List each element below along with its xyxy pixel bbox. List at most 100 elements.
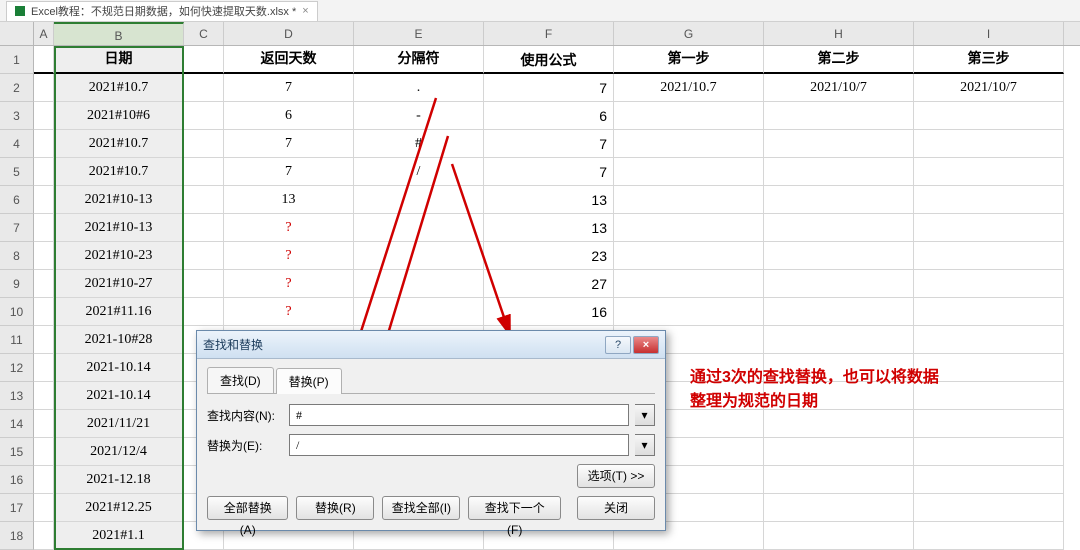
cell[interactable] xyxy=(184,298,224,326)
cell[interactable] xyxy=(914,102,1064,130)
cell[interactable]: 2021#10.7 xyxy=(54,158,184,186)
cell[interactable]: 2021#11.16 xyxy=(54,298,184,326)
cell[interactable] xyxy=(914,326,1064,354)
cell[interactable] xyxy=(914,494,1064,522)
cell[interactable] xyxy=(764,466,914,494)
cell[interactable] xyxy=(914,186,1064,214)
cell[interactable]: ? xyxy=(224,270,354,298)
cell[interactable] xyxy=(764,494,914,522)
cell[interactable]: 7 xyxy=(224,74,354,102)
col-header-A[interactable]: A xyxy=(34,22,54,45)
cell[interactable]: 第二步 xyxy=(764,46,914,74)
replace-dropdown[interactable]: ▾ xyxy=(635,434,655,456)
row-header[interactable]: 2 xyxy=(0,74,34,102)
cell[interactable]: 2021/10.7 xyxy=(614,74,764,102)
cell[interactable] xyxy=(34,438,54,466)
row-header[interactable]: 12 xyxy=(0,354,34,382)
cell[interactable] xyxy=(914,438,1064,466)
cell[interactable] xyxy=(354,214,484,242)
cell[interactable] xyxy=(764,270,914,298)
cell[interactable]: 6 xyxy=(224,102,354,130)
row-header[interactable]: 13 xyxy=(0,382,34,410)
cell[interactable]: 2021#10-13 xyxy=(54,186,184,214)
cell[interactable] xyxy=(764,242,914,270)
cell[interactable]: 13 xyxy=(484,214,614,242)
cell[interactable] xyxy=(914,270,1064,298)
cell[interactable]: 2021#10#6 xyxy=(54,102,184,130)
cell[interactable]: 2021-10.14 xyxy=(54,382,184,410)
cell[interactable]: 2021/11/21 xyxy=(54,410,184,438)
col-header-G[interactable]: G xyxy=(614,22,764,45)
cell[interactable]: 2021#10-13 xyxy=(54,214,184,242)
col-header-D[interactable]: D xyxy=(224,22,354,45)
cell[interactable] xyxy=(184,242,224,270)
cell[interactable] xyxy=(764,186,914,214)
row-header[interactable]: 7 xyxy=(0,214,34,242)
replace-all-button[interactable]: 全部替换(A) xyxy=(207,496,288,520)
cell[interactable] xyxy=(614,214,764,242)
cell[interactable] xyxy=(764,298,914,326)
cell[interactable]: 2021#10-27 xyxy=(54,270,184,298)
cell[interactable] xyxy=(184,46,224,74)
cell[interactable]: 7 xyxy=(484,74,614,102)
cell[interactable] xyxy=(34,214,54,242)
cell[interactable]: / xyxy=(354,158,484,186)
cell[interactable] xyxy=(914,130,1064,158)
cell[interactable] xyxy=(914,214,1064,242)
cell[interactable] xyxy=(614,186,764,214)
row-header[interactable]: 5 xyxy=(0,158,34,186)
cell[interactable] xyxy=(184,74,224,102)
cell[interactable]: 2021-10#28 xyxy=(54,326,184,354)
cell[interactable]: 分隔符 xyxy=(354,46,484,74)
cell[interactable] xyxy=(34,130,54,158)
cell[interactable] xyxy=(614,158,764,186)
cell[interactable] xyxy=(184,186,224,214)
cell[interactable] xyxy=(34,74,54,102)
cell[interactable] xyxy=(184,270,224,298)
cell[interactable]: 2021/10/7 xyxy=(764,74,914,102)
cell[interactable]: ? xyxy=(224,298,354,326)
cell[interactable] xyxy=(34,158,54,186)
col-header-E[interactable]: E xyxy=(354,22,484,45)
cell[interactable]: 7 xyxy=(484,130,614,158)
tab-find[interactable]: 查找(D) xyxy=(207,367,274,393)
cell[interactable]: 第三步 xyxy=(914,46,1064,74)
cell[interactable] xyxy=(34,326,54,354)
cell[interactable] xyxy=(354,186,484,214)
col-header-I[interactable]: I xyxy=(914,22,1064,45)
row-header[interactable]: 16 xyxy=(0,466,34,494)
cell[interactable]: 13 xyxy=(484,186,614,214)
row-header[interactable]: 15 xyxy=(0,438,34,466)
cell[interactable] xyxy=(914,298,1064,326)
cell[interactable]: . xyxy=(354,74,484,102)
cell[interactable]: 13 xyxy=(224,186,354,214)
cell[interactable]: 7 xyxy=(484,158,614,186)
row-header[interactable]: 1 xyxy=(0,46,34,74)
dialog-help-button[interactable]: ? xyxy=(605,336,631,354)
cell[interactable]: 2021-12.18 xyxy=(54,466,184,494)
cell[interactable] xyxy=(914,466,1064,494)
replace-input[interactable]: / xyxy=(289,434,629,456)
col-header-C[interactable]: C xyxy=(184,22,224,45)
select-all-corner[interactable] xyxy=(0,22,34,46)
col-header-F[interactable]: F xyxy=(484,22,614,45)
find-input[interactable]: # xyxy=(289,404,629,426)
cell[interactable] xyxy=(354,298,484,326)
cell[interactable] xyxy=(914,242,1064,270)
cell[interactable] xyxy=(34,102,54,130)
cell[interactable]: 2021#10-23 xyxy=(54,242,184,270)
row-header[interactable]: 4 xyxy=(0,130,34,158)
cell[interactable]: 6 xyxy=(484,102,614,130)
cell[interactable] xyxy=(764,214,914,242)
cell[interactable] xyxy=(34,494,54,522)
cell[interactable] xyxy=(764,130,914,158)
cell[interactable]: 23 xyxy=(484,242,614,270)
cell[interactable] xyxy=(914,158,1064,186)
cell[interactable] xyxy=(184,102,224,130)
cell[interactable] xyxy=(34,382,54,410)
close-button[interactable]: 关闭 xyxy=(577,496,655,520)
find-dropdown[interactable]: ▾ xyxy=(635,404,655,426)
cell[interactable] xyxy=(34,298,54,326)
cell[interactable] xyxy=(614,130,764,158)
cell[interactable] xyxy=(34,354,54,382)
